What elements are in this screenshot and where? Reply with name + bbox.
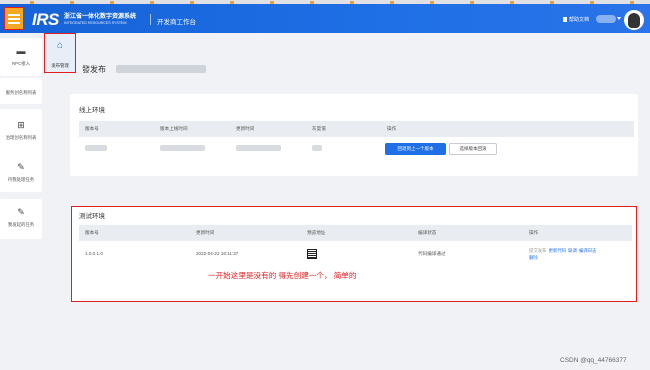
col-actions: 操作 (529, 230, 539, 235)
home-icon: ⌂ (56, 40, 64, 51)
brand-name: 浙江省一体化数字资源系统 INTEGRATED RESOURCES SYSTEM (64, 11, 136, 25)
help-docs-link[interactable]: 帮助文档 (563, 16, 589, 23)
sidebar-item-label: 待我处理任务 (7, 177, 35, 182)
build-status-value: 代码编译通过 (418, 251, 446, 256)
qr-code-icon[interactable] (307, 249, 317, 259)
header-divider (150, 14, 151, 25)
doc-icon (563, 17, 567, 22)
help-docs-label: 帮助文档 (569, 17, 590, 23)
rollback-previous-button[interactable]: 回退到上一个版本 (385, 143, 446, 155)
grid-icon: ⊞ (17, 120, 25, 130)
col-online-time: 版本上线时间 (160, 126, 188, 131)
sidebar-item-my-pending[interactable]: ✎ 待我处理任务 (0, 154, 42, 192)
col-updated-time: 更新时间 (236, 126, 255, 131)
annotation-note: 一开始这里是没有的 得先创建一个， 简单的 (208, 271, 357, 280)
select-version-rollback-button[interactable]: 选择版本回滚 (449, 143, 497, 155)
online-env-card: 线上环境 版本号 版本上线时间 更新时间 灰度值 操作 回退到上一个版本 选择版… (70, 94, 638, 176)
updated-time-blurred (236, 145, 281, 151)
sidebar-item-label: 服务创名称列表 (5, 90, 37, 95)
sidebar-item-rpc[interactable]: ▬ RPC接入 (0, 38, 42, 76)
update-code-link[interactable]: 更新代码 (549, 248, 567, 253)
pen-icon: ✎ (17, 207, 25, 217)
col-preview-url: 预览地址 (307, 230, 326, 235)
online-time-blurred (160, 145, 205, 151)
irs-logo: IRS (32, 10, 59, 29)
monitor-icon: ▬ (16, 46, 26, 56)
col-build-status: 编译状态 (418, 230, 437, 235)
pen-icon: ✎ (17, 162, 25, 172)
col-version: 版本号 (85, 126, 99, 131)
online-env-title: 线上环境 (79, 107, 105, 114)
brand-name-cn: 浙江省一体化数字资源系统 (64, 14, 137, 20)
sidebar-item-label: 我发起的任务 (7, 222, 35, 227)
col-version: 版本号 (85, 230, 99, 235)
gray-value-blurred (312, 145, 322, 151)
sidebar-item-label: 治理创名称列表 (5, 135, 37, 140)
test-env-title: 测试环境 (79, 213, 105, 220)
username-blurred[interactable] (596, 15, 616, 23)
brand-name-en: INTEGRATED RESOURCES SYSTEM (64, 21, 127, 25)
chevron-down-icon[interactable] (617, 17, 621, 20)
hamburger-icon (8, 13, 20, 24)
avatar[interactable] (624, 10, 644, 30)
sidebar: ▬ RPC接入 服务创名称列表 ⊞ 治理创名称列表 ✎ 待我处理任务 ✎ 我发起… (0, 33, 42, 370)
delete-link[interactable]: 删除 (529, 255, 538, 260)
col-actions: 操作 (387, 126, 397, 131)
sidebar-item-label: 发布管理 (51, 63, 69, 68)
watermark: CSDN @qq_44766377 (560, 357, 627, 364)
debug-link[interactable]: 联调 (568, 248, 577, 253)
app-name-blurred (116, 65, 206, 73)
version-value: 1.0.0.1.0 (85, 251, 103, 256)
col-updated-time: 更新时间 (196, 230, 215, 235)
top-header: IRS 浙江省一体化数字资源系统 INTEGRATED RESOURCES SY… (0, 4, 650, 33)
sidebar-item-publish-management[interactable]: ⌂ 发布管理 (44, 33, 76, 73)
test-table-header: 版本号 更新时间 预览地址 编译状态 操作 (79, 225, 632, 241)
updated-time-value: 2022-04-22 16:11:37 (196, 251, 239, 256)
submit-publish-link[interactable]: 提交发布 (529, 248, 547, 253)
page-title: 發发布 (82, 65, 106, 74)
build-log-link[interactable]: 编译日志 (579, 248, 597, 253)
online-table-header: 版本号 版本上线时间 更新时间 灰度值 操作 (79, 121, 634, 137)
test-row-actions: 提交发布 更新代码 联调 编译日志删除 (529, 247, 624, 261)
sidebar-item-service-list[interactable]: 服务创名称列表 (0, 78, 42, 104)
workbench-title: 开发商工作台 (157, 19, 196, 26)
col-gray-value: 灰度值 (312, 126, 326, 131)
table-row: 回退到上一个版本 选择版本回滚 (79, 139, 634, 159)
version-blurred (85, 145, 107, 151)
sidebar-item-label: RPC接入 (11, 61, 31, 66)
sidebar-item-my-initiated[interactable]: ✎ 我发起的任务 (0, 199, 42, 239)
menu-button[interactable] (4, 7, 24, 30)
